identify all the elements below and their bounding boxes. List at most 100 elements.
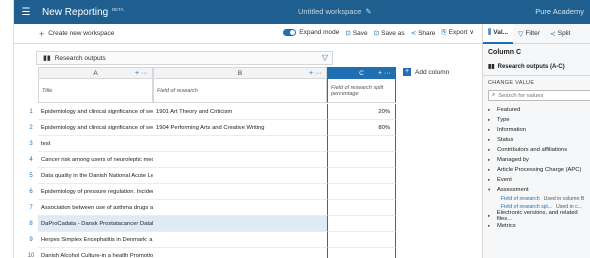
column-a-menu-icon[interactable]: + ··· — [135, 70, 148, 77]
cell-field-of-research[interactable] — [153, 184, 327, 200]
cell-split-percentage[interactable] — [327, 200, 396, 216]
expand-mode-toggle[interactable]: Expand mode — [283, 28, 339, 36]
row-number[interactable]: 7 — [24, 205, 38, 211]
column-header-c[interactable]: C + ··· — [327, 67, 396, 79]
value-group-item[interactable]: ▸ Event — [488, 175, 590, 185]
value-group-item[interactable]: ▸ Managed by — [488, 155, 590, 165]
column-header-b[interactable]: B + ··· — [153, 67, 327, 79]
table-row[interactable]: 6 Epidemiology of pressure regulation. In… — [24, 184, 396, 200]
value-group-item[interactable]: ▸ Electronic versions, and related files.… — [488, 210, 590, 222]
pencil-icon[interactable]: ✎ — [365, 7, 371, 16]
tab-values[interactable]: ⫼ Val... — [483, 23, 514, 44]
tab-split[interactable]: ≺ Split — [545, 24, 576, 44]
caret-right-icon: ▸ — [488, 147, 491, 152]
cell-field-of-research[interactable] — [153, 136, 327, 152]
value-group-item[interactable]: ▸ Type — [488, 115, 590, 125]
column-letter-a: A — [93, 69, 98, 77]
row-number[interactable]: 2 — [24, 125, 38, 131]
column-header-a[interactable]: A + ··· — [38, 67, 153, 79]
value-search-input[interactable]: ⌕ Search for values — [488, 90, 590, 101]
cell-split-percentage[interactable]: 80% — [327, 120, 396, 136]
add-column-button[interactable]: + Add column — [403, 68, 449, 76]
toggle-switch-icon — [283, 28, 297, 36]
value-group-item[interactable]: ▸ Metrics — [488, 221, 590, 231]
table-row[interactable]: 9 Herpes Simplex Encephalitis in Denmark:… — [24, 232, 396, 248]
cell-field-of-research[interactable] — [153, 248, 327, 258]
organization-name[interactable]: Pure Academy — [535, 7, 584, 16]
value-group-item[interactable]: ▸ Article Processing Charge (APC) — [488, 165, 590, 175]
caret-right-icon: ▸ — [488, 107, 491, 112]
cell-field-of-research[interactable] — [153, 232, 327, 248]
create-workspace-button[interactable]: + Create new workspace — [39, 29, 114, 39]
cell-split-percentage[interactable] — [327, 216, 396, 232]
cell-split-percentage[interactable] — [327, 184, 396, 200]
value-group-label: Managed by — [497, 157, 529, 163]
value-group-item[interactable]: ▸ Status — [488, 135, 590, 145]
cell-split-percentage[interactable] — [327, 248, 396, 258]
cell-title[interactable]: Cancer risk among users of neuroleptic m… — [38, 152, 153, 168]
table-row[interactable]: 2 Epidemiology and clinical significance … — [24, 120, 396, 136]
cell-title[interactable]: test — [38, 136, 153, 152]
cell-split-percentage[interactable] — [327, 152, 396, 168]
value-group-label: Metrics — [497, 223, 516, 229]
row-number[interactable]: 8 — [24, 221, 38, 227]
field-header-c[interactable]: Field of research split percentage — [327, 79, 396, 103]
cell-split-percentage[interactable] — [327, 136, 396, 152]
save-button[interactable]: ⊡ Save — [345, 29, 367, 37]
cell-split-percentage[interactable]: 20% — [327, 104, 396, 120]
row-number[interactable]: 1 — [24, 109, 38, 115]
value-option[interactable]: Field of research Used in column B — [501, 195, 590, 203]
cell-title[interactable]: DaProCadata - Dansk Prostatacancer Datab… — [38, 216, 153, 232]
cell-field-of-research[interactable] — [153, 152, 327, 168]
row-number[interactable]: 4 — [24, 157, 38, 163]
beta-badge: BETA — [112, 6, 124, 12]
cell-title[interactable]: Epidemiology and clinical significance o… — [38, 120, 153, 136]
tab-filter[interactable]: ▽ Filter — [513, 24, 545, 44]
caret-right-icon: ▸ — [488, 117, 491, 122]
cell-title[interactable]: Association between use of asthma drugs … — [38, 200, 153, 216]
value-group-item[interactable]: ▸ Featured — [488, 105, 590, 115]
column-b-menu-icon[interactable]: + ··· — [309, 70, 322, 77]
export-button[interactable]: ⎘ Export ∨ — [441, 28, 474, 37]
menu-icon[interactable]: ☰ — [16, 7, 36, 18]
row-number[interactable]: 10 — [24, 253, 38, 258]
plus-icon: + — [39, 28, 45, 39]
value-group-item[interactable]: ▾ Assessment — [488, 185, 590, 195]
cell-field-of-research[interactable] — [153, 216, 327, 232]
table-row[interactable]: 8 DaProCadata - Dansk Prostatacancer Data… — [24, 216, 396, 232]
table-row[interactable]: 7 Association between use of asthma drugs… — [24, 200, 396, 216]
cell-title[interactable]: Herpes Simplex Encephalitis in Denmark: … — [38, 232, 153, 248]
row-number[interactable]: 6 — [24, 189, 38, 195]
cell-field-of-research[interactable] — [153, 200, 327, 216]
cell-title[interactable]: Epidemiology of pressure regulation. Inc… — [38, 184, 153, 200]
cell-split-percentage[interactable] — [327, 232, 396, 248]
cell-field-of-research[interactable]: 1904 Performing Arts and Creative Writin… — [153, 120, 327, 136]
column-c-menu-icon[interactable]: + ··· — [378, 70, 391, 77]
dataset-bar[interactable]: ▮▮ Research outputs ▽ — [36, 51, 333, 65]
table-row[interactable]: 5 Data quality in the Danish National Acu… — [24, 168, 396, 184]
filter-icon[interactable]: ▽ — [322, 53, 328, 62]
value-group-label: Featured — [497, 107, 521, 113]
caret-right-icon: ▸ — [488, 157, 491, 162]
field-header-a[interactable]: Title — [38, 79, 153, 103]
share-button[interactable]: ≺ Share — [411, 29, 436, 37]
table-row[interactable]: 4 Cancer risk among users of neuroleptic … — [24, 152, 396, 168]
cell-field-of-research[interactable] — [153, 168, 327, 184]
save-as-button[interactable]: ⊡ Save as — [374, 29, 405, 37]
field-header-b[interactable]: Field of research — [153, 79, 327, 103]
table-row[interactable]: 1 Epidemiology and clinical significance … — [24, 104, 396, 120]
value-group-item[interactable]: ▸ Information — [488, 125, 590, 135]
cell-split-percentage[interactable] — [327, 168, 396, 184]
value-group-item[interactable]: ▸ Contributors and affiliations — [488, 145, 590, 155]
cell-title[interactable]: Epidemiology and clinical significance o… — [38, 104, 153, 120]
row-number[interactable]: 5 — [24, 173, 38, 179]
workspace-title[interactable]: Untitled workspace ✎ — [298, 7, 372, 16]
cell-title[interactable]: Data quality in the Danish National Acut… — [38, 168, 153, 184]
cell-title[interactable]: Danish Alcohol Culture-in a health Promo… — [38, 248, 153, 258]
table-row[interactable]: 3 test — [24, 136, 396, 152]
row-number[interactable]: 9 — [24, 237, 38, 243]
table-row[interactable]: 10 Danish Alcohol Culture-in a health Pro… — [24, 248, 396, 258]
row-number[interactable]: 3 — [24, 141, 38, 147]
value-option-link[interactable]: Field of research — [501, 196, 540, 202]
cell-field-of-research[interactable]: 1901 Art Theory and Criticism — [153, 104, 327, 120]
